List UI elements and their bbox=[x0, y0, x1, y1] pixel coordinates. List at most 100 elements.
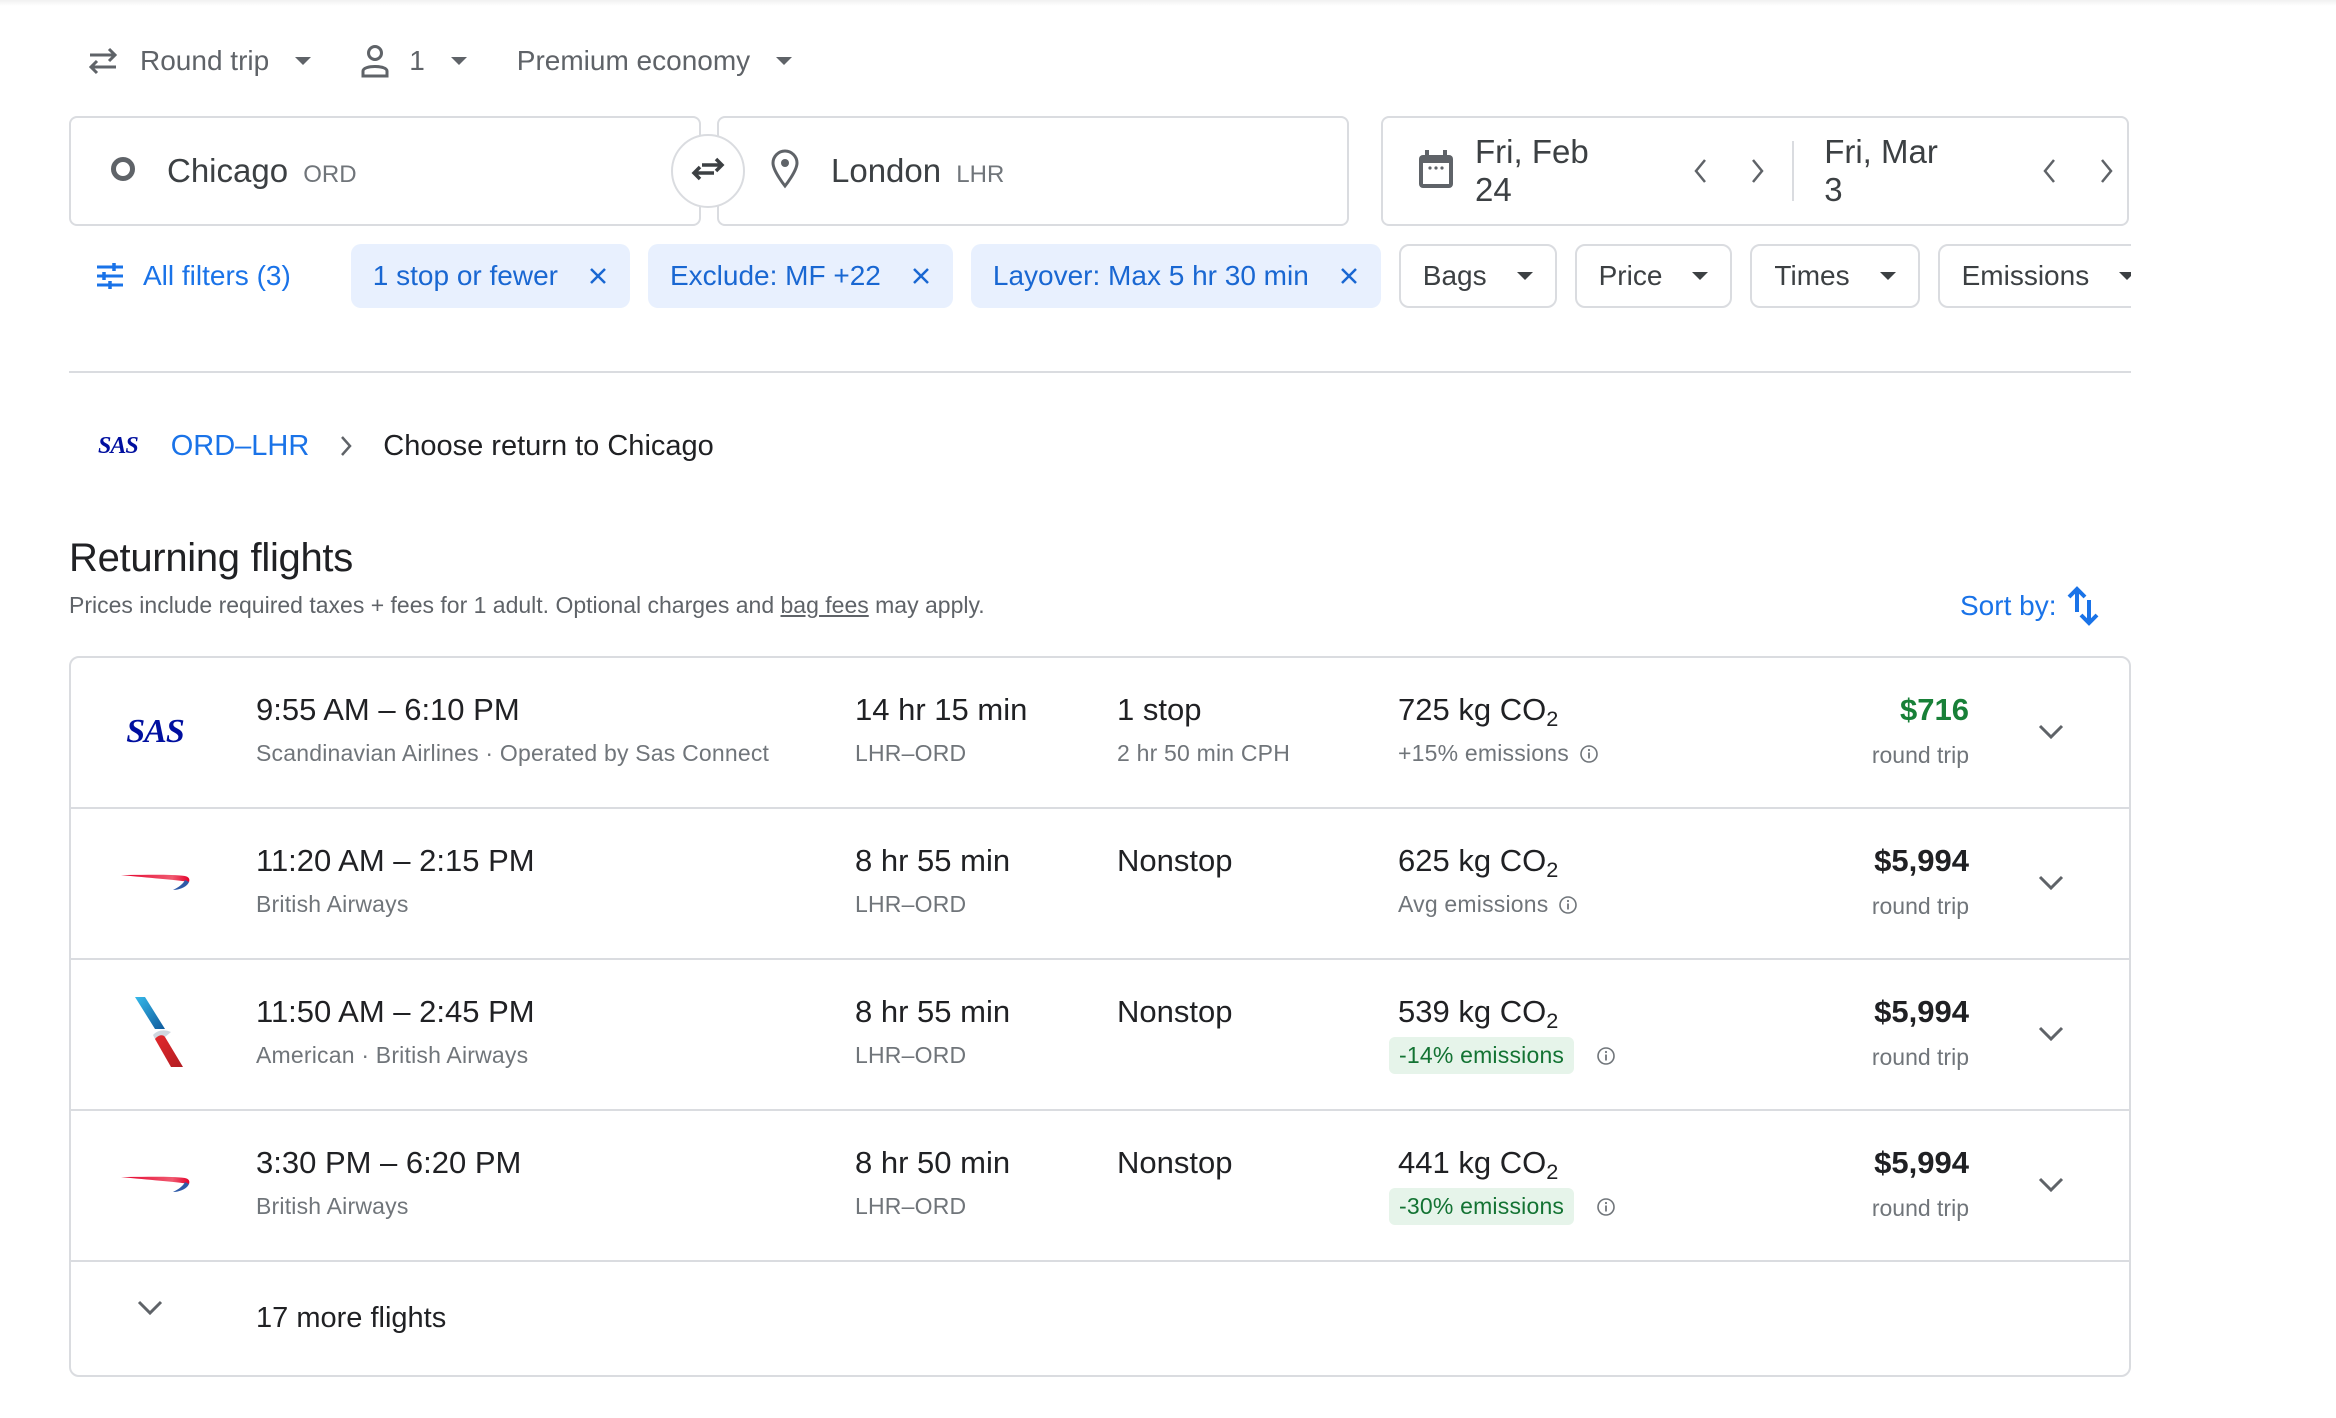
all-filters-label: All filters (3) bbox=[143, 260, 291, 291]
flight-times: 3:30 PM – 6:20 PM bbox=[256, 1145, 522, 1180]
caret-down-icon bbox=[1879, 272, 1896, 280]
return-date-field[interactable]: Fri, Mar 3 bbox=[1824, 133, 1965, 209]
disclaimer-text: Prices include required taxes + fees for… bbox=[69, 592, 781, 618]
filter-bags-dropdown[interactable]: Bags bbox=[1398, 244, 1557, 308]
breadcrumb-outbound-link[interactable]: ORD–LHR bbox=[171, 430, 310, 463]
filter-chip-layover[interactable]: Layover: Max 5 hr 30 min bbox=[970, 244, 1381, 308]
stops: Nonstop bbox=[1117, 994, 1233, 1029]
airline-name: Scandinavian Airlines · Operated by Sas … bbox=[256, 740, 770, 766]
all-filters-button[interactable]: All filters (3) bbox=[69, 244, 317, 308]
swap-arrows-icon bbox=[688, 151, 728, 192]
info-icon[interactable] bbox=[1596, 1046, 1616, 1066]
flight-row[interactable]: 3:30 PM – 6:20 PM British Airways 8 hr 5… bbox=[71, 1111, 2129, 1262]
sort-by-button[interactable]: Sort by: bbox=[1960, 584, 2100, 628]
chevron-left-icon bbox=[2043, 159, 2056, 183]
filter-chip-label: Price bbox=[1598, 260, 1663, 291]
emissions-value: 725 kg CO2 bbox=[1398, 692, 1558, 732]
destination-input[interactable]: London LHR bbox=[717, 116, 1349, 226]
sort-arrows-icon bbox=[2066, 586, 2100, 626]
info-icon[interactable] bbox=[1579, 744, 1599, 764]
date-picker: Fri, Feb 24 Fri, Mar 3 bbox=[1381, 116, 2129, 226]
flight-route: LHR–ORD bbox=[855, 1193, 967, 1219]
close-icon[interactable] bbox=[911, 266, 931, 286]
expand-flight-button[interactable] bbox=[2029, 1012, 2073, 1056]
emissions-value: 539 kg CO2 bbox=[1398, 994, 1558, 1034]
stops: Nonstop bbox=[1117, 1145, 1233, 1180]
chevron-down-icon bbox=[2038, 724, 2064, 740]
expand-flight-button[interactable] bbox=[2029, 710, 2073, 754]
flight-results-list: SAS 9:55 AM – 6:10 PM Scandinavian Airli… bbox=[69, 656, 2131, 1377]
british-airways-logo-icon bbox=[115, 1149, 195, 1221]
filter-chip-label: Emissions bbox=[1961, 260, 2090, 291]
flight-route: LHR–ORD bbox=[855, 891, 967, 917]
price-type: round trip bbox=[1871, 1044, 1969, 1070]
info-icon[interactable] bbox=[1558, 895, 1578, 915]
origin-code: ORD bbox=[303, 161, 357, 188]
flight-route: LHR–ORD bbox=[855, 1042, 967, 1068]
filter-emissions-dropdown[interactable]: Emissions bbox=[1937, 244, 2131, 308]
more-flights-button[interactable]: 17 more flights bbox=[71, 1264, 2129, 1375]
flight-times: 11:20 AM – 2:15 PM bbox=[256, 843, 535, 878]
stops: 1 stop bbox=[1117, 692, 1202, 727]
depart-date-field[interactable]: Fri, Feb 24 bbox=[1475, 133, 1634, 209]
emissions-badge: -30% emissions bbox=[1389, 1188, 1575, 1225]
emissions-amount: 539 kg CO bbox=[1398, 994, 1547, 1029]
flight-row[interactable]: SAS 9:55 AM – 6:10 PM Scandinavian Airli… bbox=[71, 658, 2129, 809]
emissions-note-text: +15% emissions bbox=[1398, 740, 1569, 766]
emissions-subscript: 2 bbox=[1546, 706, 1559, 731]
emissions-subscript: 2 bbox=[1546, 1159, 1559, 1184]
trip-options-bar: Round trip 1 Premium economy bbox=[86, 40, 793, 82]
airline-name: British Airways bbox=[256, 891, 409, 917]
breadcrumb-current: Choose return to Chicago bbox=[383, 429, 714, 462]
airline-logo-text: SAS bbox=[126, 713, 184, 750]
price: $5,994 bbox=[1874, 843, 1969, 878]
filter-chip-label: Exclude: MF +22 bbox=[670, 260, 881, 291]
depart-prev-day-button[interactable] bbox=[1680, 151, 1720, 191]
bag-fees-link[interactable]: bag fees bbox=[781, 592, 869, 618]
passengers-select[interactable]: 1 bbox=[361, 44, 467, 78]
close-icon[interactable] bbox=[1339, 266, 1359, 286]
filter-chip-stops[interactable]: 1 stop or fewer bbox=[350, 244, 630, 308]
cabin-class-value: Premium economy bbox=[516, 45, 751, 76]
filter-price-dropdown[interactable]: Price bbox=[1574, 244, 1733, 308]
emissions-subscript: 2 bbox=[1546, 857, 1559, 882]
return-next-day-button[interactable] bbox=[2087, 151, 2127, 191]
price: $716 bbox=[1900, 692, 1969, 727]
emissions-note: -14% emissions bbox=[1389, 1037, 1616, 1074]
disclaimer-text: may apply. bbox=[868, 592, 985, 618]
trip-type-select[interactable]: Round trip bbox=[86, 45, 312, 77]
info-icon[interactable] bbox=[1596, 1197, 1616, 1217]
expand-flight-button[interactable] bbox=[2029, 861, 2073, 905]
origin-input[interactable]: Chicago ORD bbox=[69, 116, 701, 226]
close-icon[interactable] bbox=[588, 266, 608, 286]
depart-next-day-button[interactable] bbox=[1738, 151, 1778, 191]
flight-duration: 14 hr 15 min bbox=[855, 692, 1028, 727]
caret-down-icon bbox=[450, 57, 467, 65]
filter-chip-label: Bags bbox=[1422, 260, 1487, 291]
filter-times-dropdown[interactable]: Times bbox=[1750, 244, 1920, 308]
expand-flight-button[interactable] bbox=[2029, 1163, 2073, 1207]
calendar-icon bbox=[1417, 148, 1455, 195]
cabin-class-select[interactable]: Premium economy bbox=[516, 45, 793, 77]
emissions-amount: 725 kg CO bbox=[1398, 692, 1547, 727]
filter-chip-label: Times bbox=[1774, 260, 1850, 291]
airline-name: American · British Airways bbox=[256, 1042, 529, 1068]
swap-locations-button[interactable] bbox=[671, 134, 745, 208]
chevron-left-icon bbox=[1694, 159, 1707, 183]
emissions-value: 441 kg CO2 bbox=[1398, 1145, 1558, 1185]
stops: Nonstop bbox=[1117, 843, 1233, 878]
airline-name: British Airways bbox=[256, 1193, 409, 1219]
chevron-down-icon bbox=[2038, 1026, 2064, 1042]
return-prev-day-button[interactable] bbox=[2029, 151, 2069, 191]
chevron-right-icon bbox=[2101, 159, 2113, 183]
destination-code: LHR bbox=[956, 161, 1005, 188]
chevron-right-icon bbox=[1752, 159, 1764, 183]
price: $5,994 bbox=[1874, 1145, 1969, 1180]
flight-row[interactable]: 11:50 AM – 2:45 PM American · British Ai… bbox=[71, 960, 2129, 1111]
destination-value: London LHR bbox=[831, 152, 1004, 190]
origin-value: Chicago ORD bbox=[167, 152, 357, 190]
filter-chip-exclude[interactable]: Exclude: MF +22 bbox=[648, 244, 953, 308]
emissions-subscript: 2 bbox=[1546, 1008, 1559, 1033]
american-airlines-logo-icon bbox=[115, 990, 195, 1074]
flight-row[interactable]: 11:20 AM – 2:15 PM British Airways 8 hr … bbox=[71, 809, 2129, 960]
